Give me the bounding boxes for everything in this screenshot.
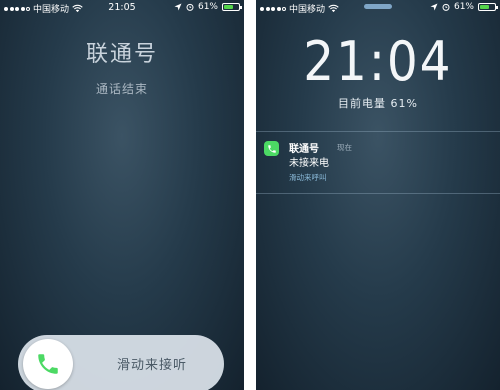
- battery-icon: [222, 3, 242, 11]
- notification-time: 现在: [337, 143, 352, 152]
- call-status: 通话结束: [95, 82, 148, 96]
- missed-call-notification[interactable]: 联通号 现在 未接来电 滑动来呼叫: [264, 139, 496, 189]
- carrier-label: 中国移动: [289, 5, 326, 15]
- lock-screen: 中国移动 61% 21:04 目前电量 61% 联通号 现在 未接来电 滑动来呼…: [256, 0, 500, 390]
- slide-to-answer-slider[interactable]: 滑动来接听: [18, 335, 224, 390]
- lock-clock: 21:04: [303, 30, 453, 93]
- phone-app-icon: [264, 141, 279, 156]
- battery-icon: [478, 3, 498, 11]
- location-arrow-icon: [174, 3, 182, 11]
- call-ended-screen: 中国移动 21:05 61% 联通号 通话结束 滑动来接听: [0, 0, 244, 390]
- location-arrow-icon: [430, 3, 438, 11]
- status-bar: 中国移动 21:05 61%: [0, 0, 244, 16]
- wifi-icon: [328, 4, 339, 13]
- notification-center-grabber[interactable]: [364, 4, 392, 9]
- battery-fill: [224, 5, 233, 9]
- slider-knob[interactable]: [23, 339, 73, 389]
- battery-fill: [480, 5, 489, 9]
- battery-status-text: 目前电量 61%: [338, 97, 418, 110]
- notification-action[interactable]: 滑动来呼叫: [289, 172, 327, 183]
- phone-icon: [38, 354, 58, 374]
- signal-dots-icon: [260, 6, 286, 11]
- battery-percent: 61%: [197, 2, 218, 12]
- status-right: 61%: [174, 2, 242, 12]
- caller-name: 联通号: [85, 42, 158, 67]
- alarm-clock-icon: [186, 3, 194, 11]
- alarm-clock-icon: [442, 3, 450, 11]
- notification-title: 联通号: [289, 144, 319, 155]
- battery-percent: 61%: [453, 2, 474, 12]
- status-right: 61%: [430, 2, 498, 12]
- divider: [256, 193, 500, 194]
- status-bar: 中国移动 61%: [256, 0, 500, 16]
- slider-label: 滑动来接听: [116, 358, 187, 373]
- status-left: 中国移动: [260, 2, 339, 15]
- divider: [256, 131, 500, 132]
- phone-icon: [267, 144, 276, 153]
- notification-message: 未接来电: [289, 158, 329, 169]
